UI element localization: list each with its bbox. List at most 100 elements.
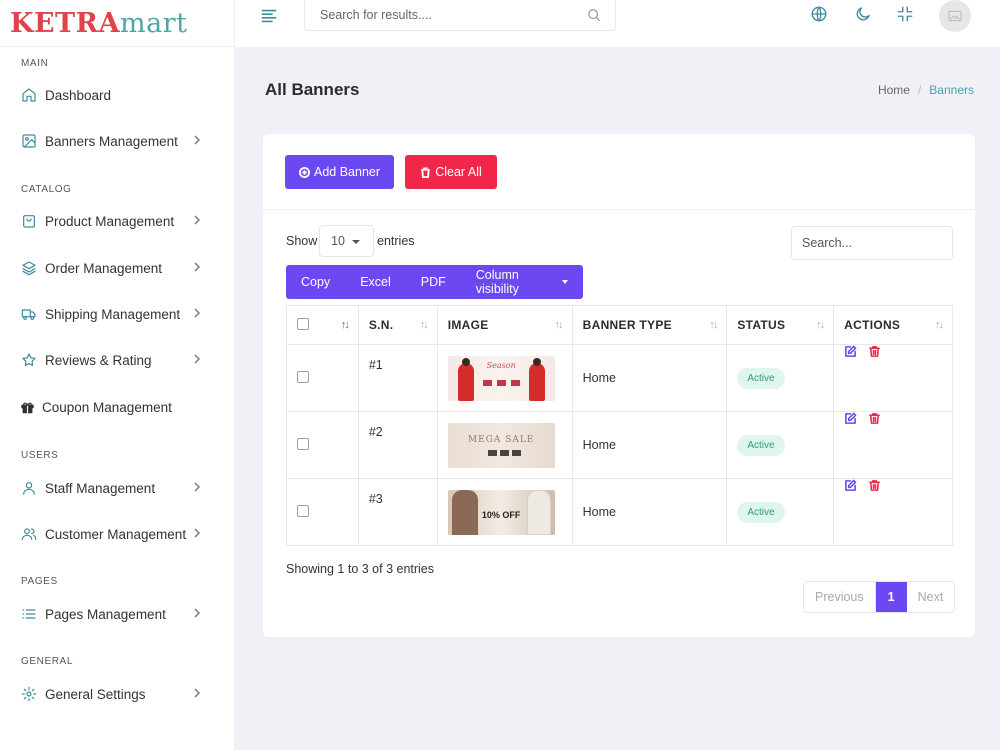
- show-label: Show: [286, 234, 318, 248]
- sidebar-item-dashboard[interactable]: Dashboard: [20, 83, 210, 107]
- plus-circle-icon: [298, 166, 310, 178]
- previous-page-button[interactable]: Previous: [804, 582, 876, 612]
- row-checkbox[interactable]: [297, 370, 309, 383]
- row-checkbox[interactable]: [297, 504, 309, 517]
- row-checkbox[interactable]: [297, 437, 309, 450]
- status-cell: Active: [726, 411, 835, 479]
- row-select-cell: [286, 411, 359, 479]
- image-cell: 10% OFF: [436, 478, 573, 546]
- sort-icon: ↑↓: [935, 319, 944, 331]
- sidebar-item-products[interactable]: Product Management: [20, 209, 210, 233]
- sidebar-item-customers[interactable]: Customer Management: [20, 522, 210, 546]
- image-cell: MEGA SALE: [436, 411, 573, 479]
- table-search-input[interactable]: [791, 226, 953, 260]
- actions-cell: [833, 411, 953, 479]
- image-placeholder-icon: [948, 10, 962, 22]
- sidebar-item-label: Banners Management: [45, 133, 178, 149]
- chevron-right-icon: [192, 306, 206, 320]
- table-info: Showing 1 to 3 of 3 entries: [286, 562, 435, 576]
- search-icon[interactable]: [587, 8, 601, 22]
- banner-type-cell: Home: [571, 478, 728, 546]
- gift-icon: [20, 398, 35, 416]
- column-visibility-button[interactable]: Column visibility: [461, 265, 583, 299]
- sidebar-item-label: Product Management: [45, 213, 175, 229]
- section-label-main: MAIN: [21, 58, 49, 69]
- users-icon: [20, 525, 38, 543]
- table-row: #3 10% OFF Home Active: [286, 478, 953, 546]
- status-badge: Active: [737, 434, 785, 456]
- caret-down-icon: [352, 240, 360, 244]
- chevron-right-icon: [192, 213, 206, 227]
- brand-logo[interactable]: KETRA mart: [0, 0, 234, 47]
- edit-icon[interactable]: [844, 412, 857, 425]
- sidebar-item-staff[interactable]: Staff Management: [20, 476, 210, 500]
- sidebar-item-settings[interactable]: General Settings: [20, 682, 210, 706]
- fullscreen-exit-icon[interactable]: [896, 5, 916, 25]
- export-button-group: Copy Excel PDF Column visibility: [286, 265, 583, 299]
- list-icon: [20, 605, 38, 623]
- status-cell: Active: [726, 344, 835, 412]
- column-header-actions[interactable]: ACTIONS ↑↓: [833, 305, 953, 345]
- banners-card: Add Banner Clear All Show 10 entries Cop…: [263, 134, 975, 637]
- delete-icon[interactable]: [868, 412, 881, 425]
- truck-icon: [20, 305, 38, 323]
- home-icon: [20, 86, 38, 104]
- page-1-button[interactable]: 1: [875, 582, 907, 612]
- page-title: All Banners: [265, 80, 360, 99]
- delete-icon[interactable]: [868, 345, 881, 358]
- delete-icon[interactable]: [868, 479, 881, 492]
- chevron-right-icon: [192, 526, 206, 540]
- star-icon: [20, 351, 38, 369]
- breadcrumb-home[interactable]: Home: [878, 83, 910, 97]
- search-input[interactable]: [305, 0, 575, 29]
- banner-type-cell: Home: [571, 344, 728, 412]
- sidebar-item-pages[interactable]: Pages Management: [20, 602, 210, 626]
- edit-icon[interactable]: [844, 345, 857, 358]
- avatar[interactable]: [939, 0, 971, 32]
- banner-thumbnail[interactable]: MEGA SALE: [447, 422, 555, 468]
- sidebar-item-reviews[interactable]: Reviews & Rating: [20, 348, 210, 372]
- sort-icon: ↑↓: [554, 319, 564, 331]
- section-label-general: GENERAL: [21, 656, 73, 667]
- sidebar-item-coupons[interactable]: Coupon Management: [20, 395, 210, 419]
- banner-type-cell: Home: [571, 411, 728, 479]
- sidebar-item-label: Coupon Management: [42, 399, 172, 415]
- section-label-users: USERS: [21, 450, 59, 461]
- select-all-checkbox[interactable]: [297, 317, 309, 330]
- add-banner-button[interactable]: Add Banner: [285, 155, 394, 189]
- banners-table: ↑↓ S.N. ↑↓ IMAGE ↑↓ BANNER TYPE ↑↓ STATUS ↑↓…: [286, 305, 953, 546]
- status-badge: Active: [737, 501, 785, 523]
- actions-cell: [833, 344, 953, 412]
- next-page-button[interactable]: Next: [907, 582, 955, 612]
- moon-icon[interactable]: [854, 5, 874, 25]
- clear-all-button[interactable]: Clear All: [405, 155, 497, 189]
- excel-button[interactable]: Excel: [345, 265, 406, 299]
- sidebar-item-shipping[interactable]: Shipping Management: [20, 302, 210, 326]
- column-header-banner-type[interactable]: BANNER TYPE ↑↓: [571, 305, 728, 345]
- chevron-right-icon: [192, 133, 206, 147]
- entries-select[interactable]: 10: [319, 225, 374, 257]
- column-header-sn[interactable]: S.N. ↑↓: [357, 305, 438, 345]
- sidebar-item-label: Customer Management: [45, 526, 187, 542]
- banner-thumbnail[interactable]: 10% OFF: [447, 489, 555, 535]
- breadcrumb: Home / Banners: [878, 83, 974, 97]
- sidebar-item-orders[interactable]: Order Management: [20, 256, 210, 280]
- column-header-image[interactable]: IMAGE ↑↓: [436, 305, 573, 345]
- sort-icon[interactable]: ↑↓: [341, 319, 350, 331]
- status-badge: Active: [737, 367, 785, 389]
- edit-icon[interactable]: [844, 479, 857, 492]
- sidebar-item-banners[interactable]: Banners Management: [20, 129, 210, 153]
- copy-button[interactable]: Copy: [286, 265, 345, 299]
- sort-icon: ↑↓: [419, 319, 429, 331]
- topbar: [235, 0, 1000, 47]
- caret-down-icon: [562, 280, 568, 284]
- globe-icon[interactable]: [810, 5, 830, 25]
- breadcrumb-separator: /: [917, 83, 922, 97]
- section-label-pages: PAGES: [21, 576, 58, 587]
- sidebar-item-label: Reviews & Rating: [45, 352, 152, 368]
- pdf-button[interactable]: PDF: [406, 265, 461, 299]
- menu-toggle-icon[interactable]: [260, 7, 280, 27]
- layers-icon: [20, 259, 38, 277]
- banner-thumbnail[interactable]: Season: [447, 355, 555, 401]
- column-header-status[interactable]: STATUS ↑↓: [726, 305, 835, 345]
